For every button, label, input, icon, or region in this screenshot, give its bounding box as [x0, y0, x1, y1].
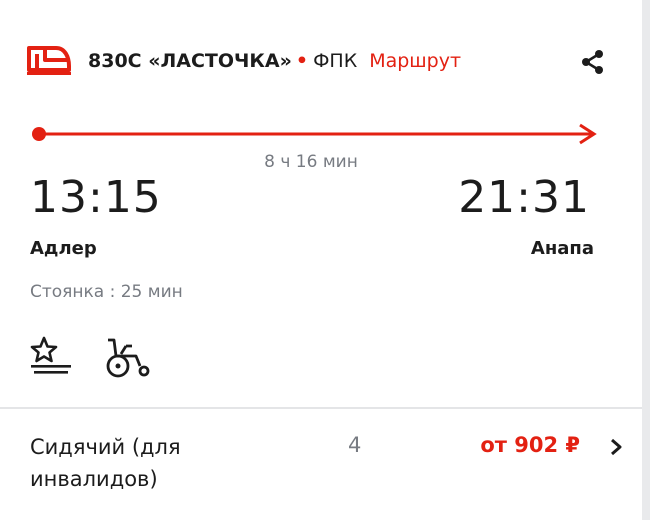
route-line	[32, 123, 597, 145]
seat-class-name: Сидячий (для инвалидов)	[30, 435, 181, 491]
stop-duration: Стоянка : 25 мин	[30, 282, 183, 302]
arrival-time: 21:31	[458, 172, 590, 223]
chevron-right-icon[interactable]	[606, 436, 626, 458]
separator-dot: •	[295, 50, 309, 72]
carrier-name: ФПК	[313, 50, 358, 72]
seat-count: 4	[348, 433, 362, 457]
train-info: 830С «ЛАСТОЧКА» • ФПК Маршрут	[88, 48, 461, 74]
train-icon	[27, 46, 71, 75]
train-card: 830С «ЛАСТОЧКА» • ФПК Маршрут 8 ч 16 мин 13…	[0, 0, 642, 520]
seat-class-row[interactable]: Сидячий (для инвалидов) 4 от 902 ₽	[0, 409, 642, 520]
train-name: 830С «ЛАСТОЧКА»	[88, 50, 292, 72]
route-link[interactable]: Маршрут	[369, 50, 461, 72]
train-header: 830С «ЛАСТОЧКА» • ФПК Маршрут	[0, 36, 642, 86]
departure-time: 13:15	[30, 172, 162, 223]
arrival-station: Анапа	[530, 238, 594, 259]
star-service-icon[interactable]	[27, 332, 75, 380]
departure-station: Адлер	[30, 238, 97, 259]
trip-duration: 8 ч 16 мин	[264, 152, 358, 172]
seat-price: от 902 ₽	[480, 433, 580, 457]
wheelchair-icon[interactable]	[104, 332, 152, 380]
share-icon[interactable]	[578, 47, 608, 77]
